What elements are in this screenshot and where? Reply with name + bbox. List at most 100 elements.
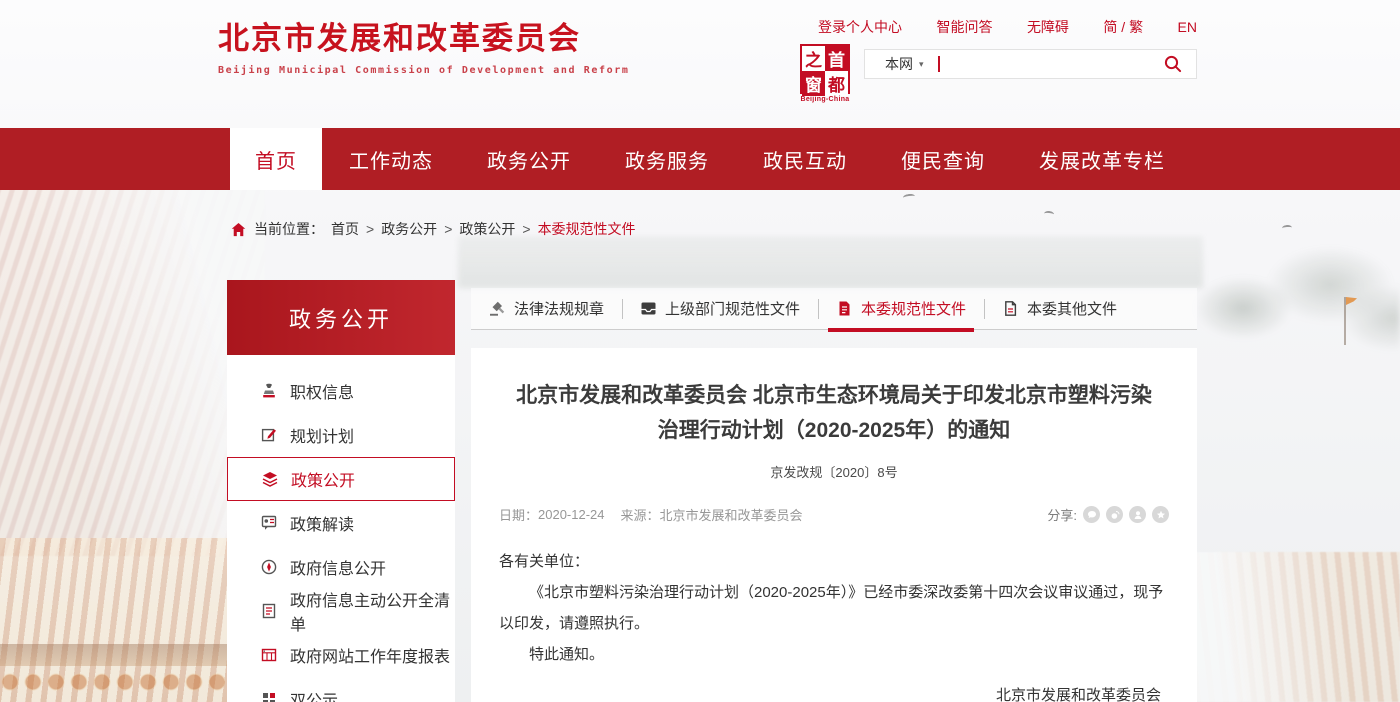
gavel-icon (489, 300, 506, 317)
tab-label: 本委其他文件 (1027, 298, 1117, 319)
breadcrumb-current: 本委规范性文件 (538, 219, 636, 239)
source-label: 来源： (621, 505, 660, 524)
nav-item-work-news[interactable]: 工作动态 (322, 128, 460, 190)
sidebar-item-policy-interpretation[interactable]: 政策解读 (227, 501, 455, 545)
site-title: 北京市发展和改革委员会 (218, 13, 630, 58)
search-input[interactable] (940, 50, 1163, 78)
nav-item-reform-special[interactable]: 发展改革专栏 (1012, 128, 1192, 190)
document-number: 京发改规〔2020〕8号 (499, 462, 1169, 481)
background-roof-beam (0, 644, 238, 666)
red-document-icon (836, 300, 853, 317)
nav-item-home[interactable]: 首页 (230, 128, 322, 190)
sidebar-item-label: 职权信息 (290, 379, 354, 403)
file-icon (1002, 300, 1019, 317)
breadcrumb-separator: > (522, 221, 530, 237)
seal-char: 首 (825, 46, 848, 71)
sidebar-item-policy-disclosure[interactable]: 政策公开 (227, 457, 455, 501)
tab-commission-other-docs[interactable]: 本委其他文件 (984, 288, 1135, 329)
sidebar-item-label: 政府信息公开 (290, 555, 386, 579)
background-treeline (458, 236, 1203, 288)
paragraph: 特此通知。 (499, 639, 1169, 670)
site-logo[interactable]: 北京市发展和改革委员会 Beijing Municipal Commission… (218, 13, 630, 76)
date-label: 日期： (499, 505, 538, 524)
sidebar-item-label: 政府网站工作年度报表 (290, 643, 450, 667)
seal-grid: 之 首 窗 都 (800, 44, 850, 94)
sidebar-menu: 职权信息 规划计划 政策公开 政策解读 (227, 355, 455, 702)
search-icon (1163, 54, 1183, 74)
share-wechat-icon[interactable] (1083, 506, 1100, 523)
interpret-icon (260, 514, 278, 532)
sidebar-item-dual-publicity[interactable]: 双公示 (227, 677, 455, 702)
article-title: 北京市发展和改革委员会 北京市生态环境局关于印发北京市塑料污染治理行动计划（20… (507, 378, 1162, 448)
sidebar-item-authority-info[interactable]: 职权信息 (227, 369, 455, 413)
background-roof-bottom-right (1195, 552, 1400, 702)
site-subtitle-en: Beijing Municipal Commission of Developm… (218, 65, 630, 76)
nav-item-public-interaction[interactable]: 政民互动 (736, 128, 874, 190)
seal-caption: Beijing-China (797, 96, 853, 103)
stamp-icon (260, 382, 278, 400)
chevron-down-icon: ▾ (919, 59, 924, 70)
accessibility-link[interactable]: 无障碍 (1027, 17, 1069, 37)
sidebar-item-label: 政府信息主动公开全清单 (290, 587, 455, 635)
share-weibo-icon[interactable] (1106, 506, 1123, 523)
sidebar-title: 政务公开 (227, 280, 455, 355)
smart-qa-link[interactable]: 智能问答 (936, 17, 992, 37)
layers-icon (261, 470, 279, 488)
background-flagpole (1344, 297, 1346, 345)
share-more-icon[interactable] (1152, 506, 1169, 523)
breadcrumb-separator: > (444, 221, 452, 237)
english-link[interactable]: EN (1178, 19, 1197, 35)
main-nav: 首页 工作动态 政务公开 政务服务 政民互动 便民查询 发展改革专栏 (0, 128, 1400, 190)
document-tabs: 法律法规规章 上级部门规范性文件 本委规范性文件 本委其他文件 (471, 288, 1197, 330)
page: 北京市发展和改革委员会 Beijing Municipal Commission… (0, 0, 1400, 702)
search-scope-dropdown[interactable]: 本网 (885, 54, 913, 74)
simplified-traditional-link[interactable]: 简 / 繁 (1103, 17, 1143, 37)
breadcrumb-policy-disclosure[interactable]: 政策公开 (459, 219, 515, 239)
sidebar-item-label: 双公示 (290, 687, 338, 702)
breadcrumb-home[interactable]: 首页 (331, 219, 359, 239)
background-trees-right (1182, 230, 1400, 360)
nav-item-convenient-inquiry[interactable]: 便民查询 (874, 128, 1012, 190)
nav-item-gov-services[interactable]: 政务服务 (598, 128, 736, 190)
signature: 北京市发展和改革委员会 (499, 680, 1169, 702)
seal-char: 之 (802, 46, 825, 71)
sidebar-item-website-annual-report[interactable]: 政府网站工作年度报表 (227, 633, 455, 677)
article-body: 各有关单位： 《北京市塑料污染治理行动计划（2020-2025年）》已经市委深改… (499, 546, 1169, 702)
background-roof-left (0, 186, 265, 556)
sidebar-item-planning[interactable]: 规划计划 (227, 413, 455, 457)
article-panel: 北京市发展和改革委员会 北京市生态环境局关于印发北京市塑料污染治理行动计划（20… (471, 348, 1197, 702)
seal-char: 都 (825, 71, 848, 96)
breadcrumb: 当前位置： 首页 > 政务公开 > 政策公开 > 本委规范性文件 (231, 219, 639, 239)
tab-label: 本委规范性文件 (861, 298, 966, 319)
doc-list-icon (260, 602, 278, 620)
grid-icon (260, 690, 278, 702)
search-button[interactable] (1163, 54, 1183, 74)
breadcrumb-separator: > (366, 221, 374, 237)
home-icon[interactable] (231, 222, 246, 237)
report-table-icon (260, 646, 278, 664)
breadcrumb-gov-disclosure[interactable]: 政务公开 (381, 219, 437, 239)
compass-icon (260, 558, 278, 576)
share-bar: 分享: (1047, 505, 1169, 524)
login-personal-center-link[interactable]: 登录个人中心 (818, 17, 902, 37)
plan-doc-icon (260, 426, 278, 444)
capital-window-seal-logo[interactable]: 之 首 窗 都 Beijing-China (797, 44, 853, 103)
breadcrumb-prefix: 当前位置： (254, 219, 324, 239)
sidebar-item-label: 规划计划 (290, 423, 354, 447)
sidebar-item-proactive-disclosure-list[interactable]: 政府信息主动公开全清单 (227, 589, 455, 633)
utility-links: 登录个人中心 智能问答 无障碍 简 / 繁 EN (818, 17, 1197, 37)
sidebar-item-label: 政策解读 (290, 511, 354, 535)
share-qq-icon[interactable] (1129, 506, 1146, 523)
bird-silhouette (1282, 225, 1292, 232)
nav-item-gov-disclosure[interactable]: 政务公开 (460, 128, 598, 190)
sidebar-item-gov-info-disclosure[interactable]: 政府信息公开 (227, 545, 455, 589)
inbox-icon (640, 300, 657, 317)
tab-laws-regulations[interactable]: 法律法规规章 (471, 288, 622, 329)
tab-superior-normative-docs[interactable]: 上级部门规范性文件 (622, 288, 818, 329)
background-roof-eaves (0, 668, 238, 702)
tab-label: 上级部门规范性文件 (665, 298, 800, 319)
main-nav-items: 首页 工作动态 政务公开 政务服务 政民互动 便民查询 发展改革专栏 (230, 128, 1192, 190)
share-label: 分享: (1047, 505, 1077, 524)
tab-commission-normative-docs[interactable]: 本委规范性文件 (818, 288, 984, 329)
sidebar: 政务公开 职权信息 规划计划 政策公开 (227, 280, 455, 702)
